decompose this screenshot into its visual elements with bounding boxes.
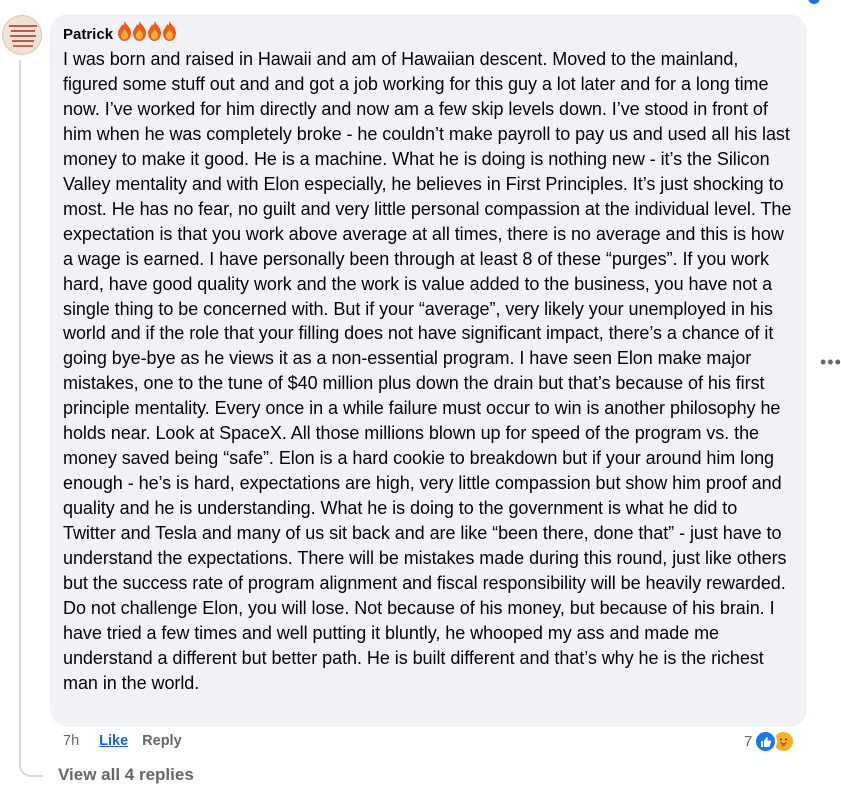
comment-header: Patrick	[63, 20, 794, 45]
comment-bubble: Patrick I was born and raised in Hawaii …	[50, 14, 807, 727]
comment-text: I was born and raised in Hawaii and am o…	[63, 49, 792, 693]
reaction-summary[interactable]: 7	[744, 730, 796, 753]
reply-thread-line	[19, 60, 43, 777]
avatar[interactable]	[2, 15, 42, 55]
view-all-replies-button[interactable]: View all 4 replies	[58, 765, 194, 785]
reaction-icon-fragment	[808, 0, 820, 4]
reply-button[interactable]: Reply	[142, 733, 182, 749]
badge-icons	[116, 20, 177, 42]
comment-actions: 7h Like Reply	[63, 733, 182, 749]
comment-timestamp[interactable]: 7h	[63, 733, 79, 749]
like-button[interactable]: Like	[99, 733, 128, 749]
reaction-count: 7	[744, 733, 753, 750]
avatar-image	[3, 16, 41, 54]
comment-author[interactable]: Patrick	[63, 26, 113, 43]
more-options-icon[interactable]: •••	[820, 353, 841, 371]
previous-comment-fragment	[355, 0, 565, 3]
thumbs-up-icon	[754, 730, 778, 753]
flame-icon	[163, 21, 177, 41]
